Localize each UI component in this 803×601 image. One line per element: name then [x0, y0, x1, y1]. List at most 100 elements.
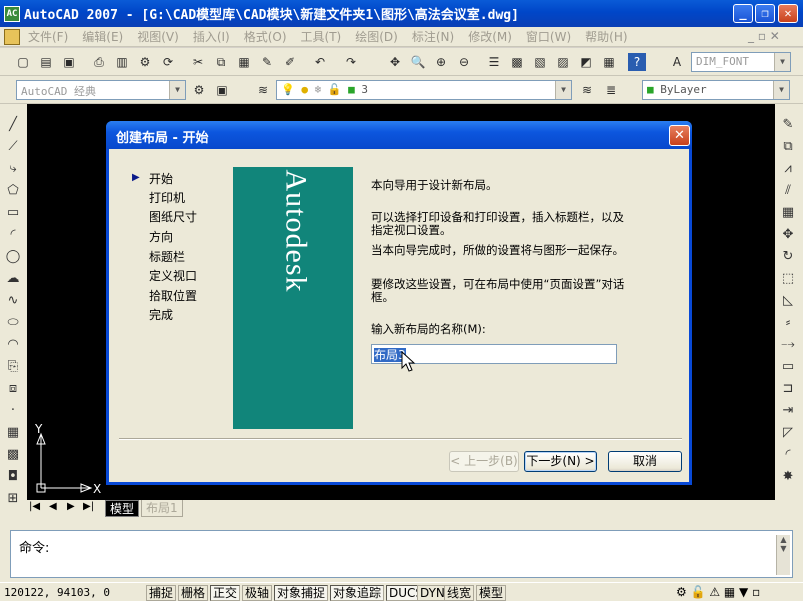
- plot-preview-icon[interactable]: ▥: [113, 53, 131, 71]
- properties-icon[interactable]: ☰: [485, 53, 503, 71]
- chevron-down-icon[interactable]: ▼: [773, 81, 789, 99]
- rotate-icon[interactable]: ↻: [779, 248, 797, 266]
- command-window[interactable]: 命令: ▲ ▼: [10, 530, 793, 578]
- save-icon[interactable]: ▣: [60, 53, 78, 71]
- menu-window[interactable]: 窗口(W): [526, 28, 571, 45]
- chevron-down-icon[interactable]: ▼: [555, 81, 571, 99]
- menu-modify[interactable]: 修改(M): [468, 28, 512, 45]
- erase-icon[interactable]: ✎: [779, 116, 797, 134]
- toggle-ortho[interactable]: 正交: [210, 585, 241, 601]
- workspace-settings-icon[interactable]: ⚙: [190, 81, 208, 99]
- point-icon[interactable]: ·: [4, 402, 22, 420]
- polygon-icon[interactable]: ⬠: [4, 182, 22, 200]
- pan-icon[interactable]: ✥: [386, 53, 404, 71]
- chamfer-icon[interactable]: ◸: [779, 424, 797, 442]
- tool-palettes-icon[interactable]: ▧: [531, 53, 549, 71]
- toggle-model[interactable]: 模型: [476, 585, 507, 601]
- chevron-down-icon[interactable]: ▼: [774, 53, 790, 71]
- text-style-combo[interactable]: DIM_FONT ▼: [691, 52, 791, 72]
- break-at-point-icon[interactable]: ▭: [779, 358, 797, 376]
- etransmit-icon[interactable]: ⟳: [159, 53, 177, 71]
- color-combo[interactable]: ■ ByLayer ▼: [642, 80, 790, 100]
- toggle-polar[interactable]: 极轴: [242, 585, 273, 601]
- menu-help[interactable]: 帮助(H): [585, 28, 627, 45]
- workspace-icon[interactable]: ▣: [213, 81, 231, 99]
- menu-dimension[interactable]: 标注(N): [412, 28, 454, 45]
- help-icon[interactable]: ?: [628, 53, 646, 71]
- menu-view[interactable]: 视图(V): [137, 28, 179, 45]
- extend-icon[interactable]: ⤍: [779, 336, 797, 354]
- tab-model[interactable]: 模型: [105, 500, 140, 517]
- autocad-app-icon[interactable]: AC: [4, 5, 20, 22]
- construction-line-icon[interactable]: ⟋: [4, 138, 22, 156]
- coordinate-readout[interactable]: 120122, 94103, 0: [4, 586, 110, 599]
- menu-format[interactable]: 格式(O): [244, 28, 287, 45]
- menu-draw[interactable]: 绘图(D): [355, 28, 398, 45]
- document-icon[interactable]: [4, 28, 20, 45]
- stretch-icon[interactable]: ◺: [779, 292, 797, 310]
- insert-block-icon[interactable]: ⎘: [4, 358, 22, 376]
- undo-icon[interactable]: ↶: [311, 53, 329, 71]
- array-icon[interactable]: ▦: [779, 204, 797, 222]
- circle-icon[interactable]: ◯: [4, 248, 22, 266]
- command-scrollbar[interactable]: ▲ ▼: [776, 535, 790, 575]
- polyline-icon[interactable]: ⤷: [4, 160, 22, 178]
- chevron-down-icon[interactable]: ▼: [169, 81, 185, 99]
- calculator-icon[interactable]: ▦: [600, 53, 618, 71]
- cut-icon[interactable]: ✂: [189, 53, 207, 71]
- back-button[interactable]: < 上一步(B): [449, 451, 519, 472]
- dialog-close-button[interactable]: ✕: [669, 125, 690, 146]
- line-icon[interactable]: ╱: [4, 116, 22, 134]
- ellipse-icon[interactable]: ⬭: [4, 314, 22, 332]
- plot-icon[interactable]: ⎙: [90, 53, 108, 71]
- layer-manager-icon[interactable]: ≋: [254, 81, 272, 99]
- table-icon[interactable]: ⊞: [4, 490, 22, 508]
- arc-icon[interactable]: ◜: [4, 226, 22, 244]
- workspace-combo[interactable]: AutoCAD 经典 ▼: [16, 80, 186, 100]
- join-icon[interactable]: ⇥: [779, 402, 797, 420]
- close-button[interactable]: ✕: [778, 4, 798, 23]
- new-icon[interactable]: ▢: [14, 53, 32, 71]
- block-editor-icon[interactable]: ✐: [281, 53, 299, 71]
- offset-icon[interactable]: ⫽: [779, 182, 797, 200]
- menu-tools[interactable]: 工具(T): [301, 28, 342, 45]
- text-style-icon[interactable]: A: [668, 53, 686, 71]
- tab-nav-first-icon[interactable]: |◀: [29, 501, 40, 512]
- tab-nav-last-icon[interactable]: ▶|: [83, 501, 94, 512]
- explode-icon[interactable]: ✸: [779, 468, 797, 486]
- menu-edit[interactable]: 编辑(E): [82, 28, 123, 45]
- design-center-icon[interactable]: ▩: [508, 53, 526, 71]
- tab-nav-prev-icon[interactable]: ◀: [49, 501, 57, 512]
- tab-nav-next-icon[interactable]: ▶: [67, 501, 75, 512]
- minimize-button[interactable]: _: [733, 4, 753, 23]
- paste-icon[interactable]: ▦: [235, 53, 253, 71]
- hatch-icon[interactable]: ▦: [4, 424, 22, 442]
- trim-icon[interactable]: ⸗: [779, 314, 797, 332]
- spline-icon[interactable]: ∿: [4, 292, 22, 310]
- tab-layout1[interactable]: 布局1: [141, 500, 183, 517]
- rectangle-icon[interactable]: ▭: [4, 204, 22, 222]
- maximize-button[interactable]: ❐: [755, 4, 775, 23]
- make-block-icon[interactable]: ⧈: [4, 380, 22, 398]
- doc-window-controls[interactable]: _ ▫ ✕: [748, 29, 780, 43]
- zoom-window-icon[interactable]: ⊕: [432, 53, 450, 71]
- mirror-icon[interactable]: ⩘: [779, 160, 797, 178]
- toggle-otrack[interactable]: 对象追踪: [330, 585, 385, 601]
- layer-combo[interactable]: 💡 ● ❄ 🔓 ■ 3 ▼: [276, 80, 572, 100]
- open-icon[interactable]: ▤: [37, 53, 55, 71]
- ellipse-arc-icon[interactable]: ◠: [4, 336, 22, 354]
- fillet-icon[interactable]: ◜: [779, 446, 797, 464]
- toggle-osnap[interactable]: 对象捕捉: [274, 585, 329, 601]
- gradient-icon[interactable]: ▩: [4, 446, 22, 464]
- cancel-button[interactable]: 取消: [608, 451, 682, 472]
- toggle-grid[interactable]: 栅格: [178, 585, 209, 601]
- match-properties-icon[interactable]: ✎: [258, 53, 276, 71]
- publish-icon[interactable]: ⚙: [136, 53, 154, 71]
- region-icon[interactable]: ◘: [4, 468, 22, 486]
- zoom-previous-icon[interactable]: ⊖: [455, 53, 473, 71]
- markup-icon[interactable]: ◩: [577, 53, 595, 71]
- break-icon[interactable]: ⊐: [779, 380, 797, 398]
- menu-file[interactable]: 文件(F): [28, 28, 68, 45]
- revision-cloud-icon[interactable]: ☁: [4, 270, 22, 288]
- copy-object-icon[interactable]: ⧉: [779, 138, 797, 156]
